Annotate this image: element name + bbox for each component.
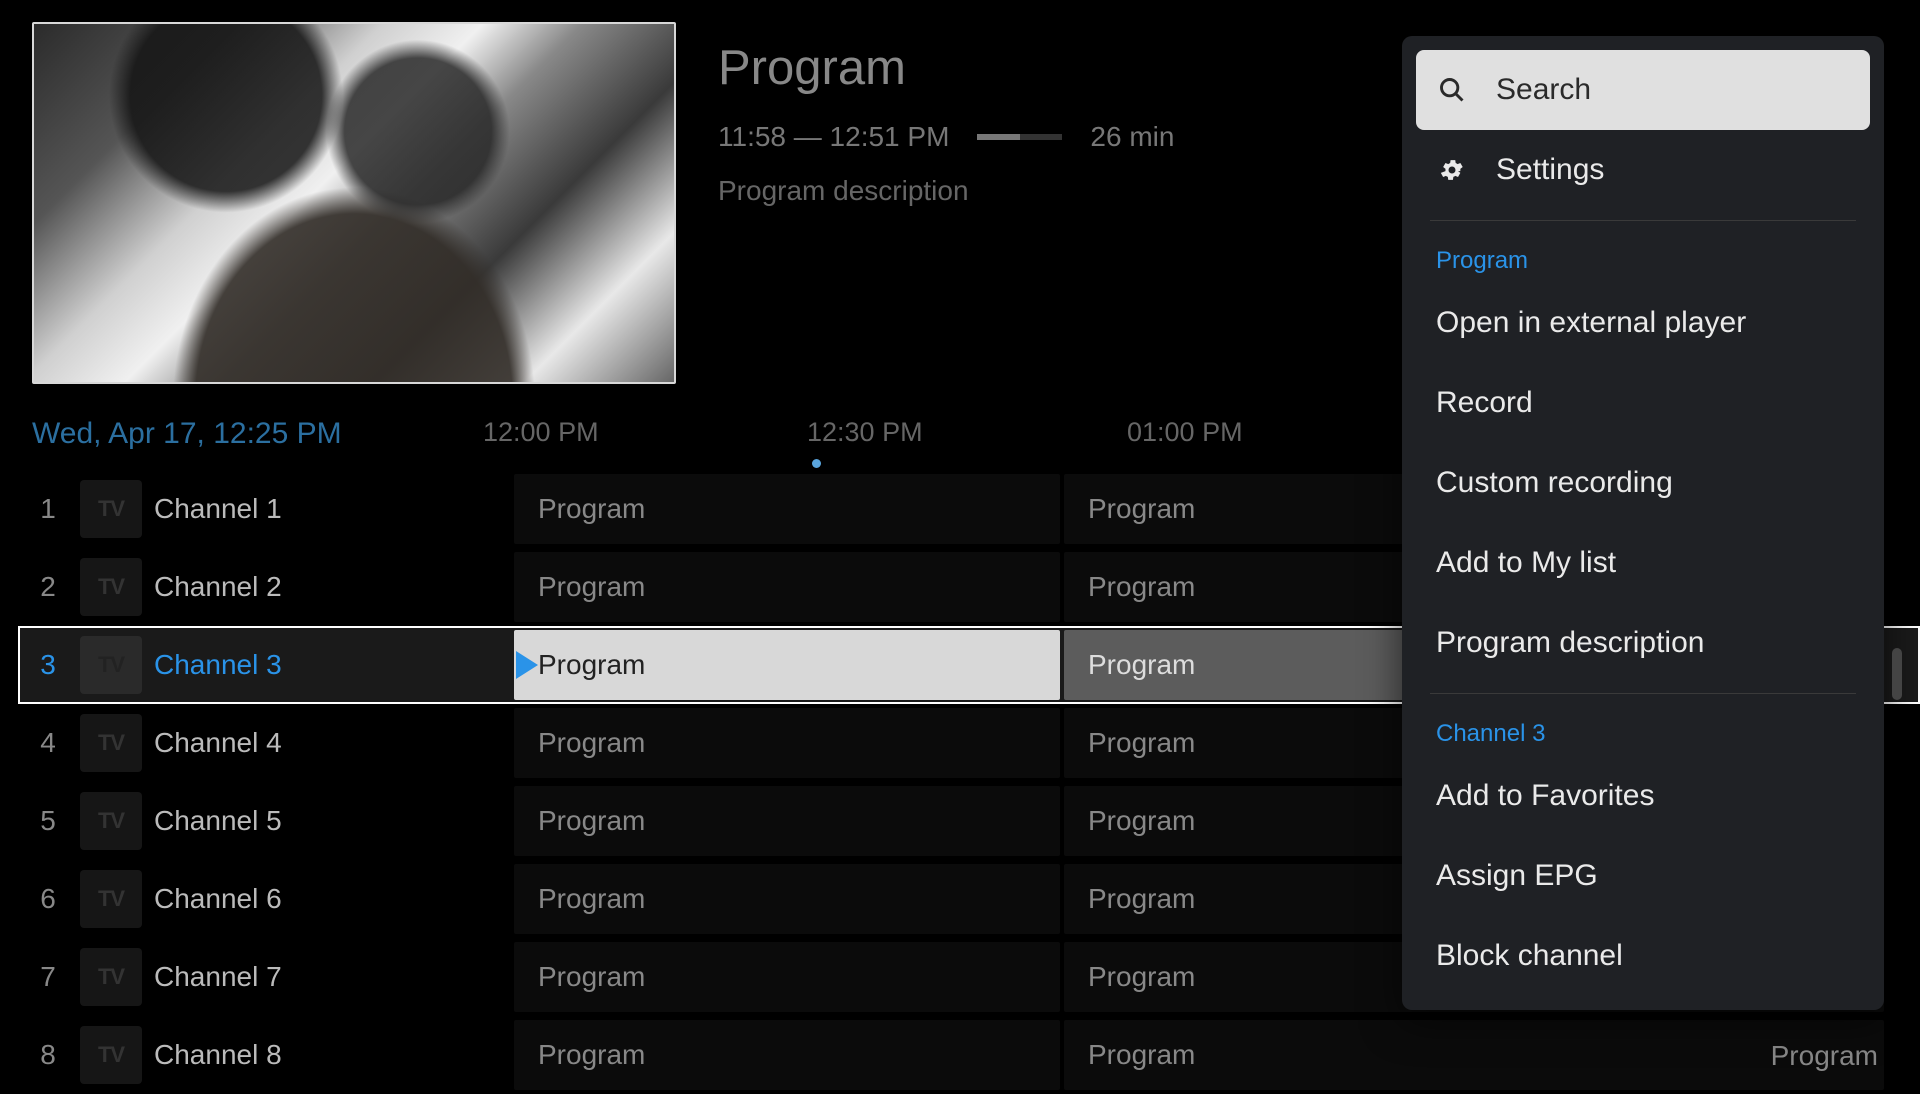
play-icon xyxy=(516,651,538,679)
channel-row[interactable]: 8TVChannel 8ProgramProgram xyxy=(18,1016,1920,1094)
program-cell[interactable]: Program xyxy=(514,864,1060,934)
search-icon xyxy=(1436,74,1468,106)
tv-icon: TV xyxy=(80,1026,142,1084)
time-tick: 01:00 PM xyxy=(1127,417,1243,448)
program-description-menu-item[interactable]: Program description xyxy=(1416,603,1870,683)
channel-name: Channel 3 xyxy=(154,649,514,681)
program-cell[interactable]: Program xyxy=(514,708,1060,778)
program-cell[interactable]: Program xyxy=(514,552,1060,622)
record-menu-item[interactable]: Record xyxy=(1416,363,1870,443)
custom-recording-menu-item[interactable]: Custom recording xyxy=(1416,443,1870,523)
channel-name: Channel 5 xyxy=(154,805,514,837)
tv-icon: TV xyxy=(80,636,142,694)
context-menu: Search Settings Program Open in external… xyxy=(1402,36,1884,1010)
program-cell[interactable]: Program xyxy=(1771,1040,1878,1072)
search-label: Search xyxy=(1496,73,1591,107)
channel-number: 7 xyxy=(18,961,78,993)
time-tick: 12:30 PM xyxy=(807,417,923,448)
open-external-menu-item[interactable]: Open in external player xyxy=(1416,283,1870,363)
program-cell[interactable]: Program xyxy=(514,942,1060,1012)
now-indicator xyxy=(812,459,821,468)
channel-number: 8 xyxy=(18,1039,78,1071)
add-favorites-menu-item[interactable]: Add to Favorites xyxy=(1416,756,1870,836)
channel-number: 5 xyxy=(18,805,78,837)
tv-icon: TV xyxy=(80,870,142,928)
tv-icon: TV xyxy=(80,558,142,616)
tv-icon: TV xyxy=(80,480,142,538)
menu-program-header: Program xyxy=(1416,231,1870,283)
program-time: 11:58 — 12:51 PM xyxy=(718,121,949,153)
tv-icon: TV xyxy=(80,714,142,772)
menu-channel-header: Channel 3 xyxy=(1416,704,1870,756)
channel-number: 3 xyxy=(18,649,78,681)
channel-name: Channel 8 xyxy=(154,1039,514,1071)
menu-separator xyxy=(1430,220,1856,221)
program-info: Program 11:58 — 12:51 PM 26 min Program … xyxy=(718,40,1174,207)
program-progress-bar xyxy=(977,134,1062,140)
tv-icon: TV xyxy=(80,948,142,1006)
channel-name: Channel 1 xyxy=(154,493,514,525)
add-to-list-menu-item[interactable]: Add to My list xyxy=(1416,523,1870,603)
menu-separator xyxy=(1430,693,1856,694)
program-title: Program xyxy=(718,40,1174,96)
program-cell[interactable]: Program xyxy=(514,630,1060,700)
channel-name: Channel 7 xyxy=(154,961,514,993)
tv-icon: TV xyxy=(80,792,142,850)
settings-label: Settings xyxy=(1496,153,1604,187)
program-description-text: Program description xyxy=(718,175,1174,207)
channel-number: 2 xyxy=(18,571,78,603)
channel-name: Channel 6 xyxy=(154,883,514,915)
channel-number: 6 xyxy=(18,883,78,915)
assign-epg-menu-item[interactable]: Assign EPG xyxy=(1416,836,1870,916)
channel-name: Channel 2 xyxy=(154,571,514,603)
program-duration: 26 min xyxy=(1090,121,1174,153)
video-preview[interactable] xyxy=(32,22,676,384)
settings-menu-item[interactable]: Settings xyxy=(1416,130,1870,210)
program-cell[interactable]: Program xyxy=(514,474,1060,544)
time-tick: 12:00 PM xyxy=(483,417,599,448)
menu-scrollbar-thumb[interactable] xyxy=(1892,648,1902,700)
channel-number: 4 xyxy=(18,727,78,759)
block-channel-menu-item[interactable]: Block channel xyxy=(1416,916,1870,996)
channel-number: 1 xyxy=(18,493,78,525)
gear-icon xyxy=(1436,154,1468,186)
search-menu-item[interactable]: Search xyxy=(1416,50,1870,130)
channel-name: Channel 4 xyxy=(154,727,514,759)
program-cell[interactable]: Program xyxy=(514,786,1060,856)
